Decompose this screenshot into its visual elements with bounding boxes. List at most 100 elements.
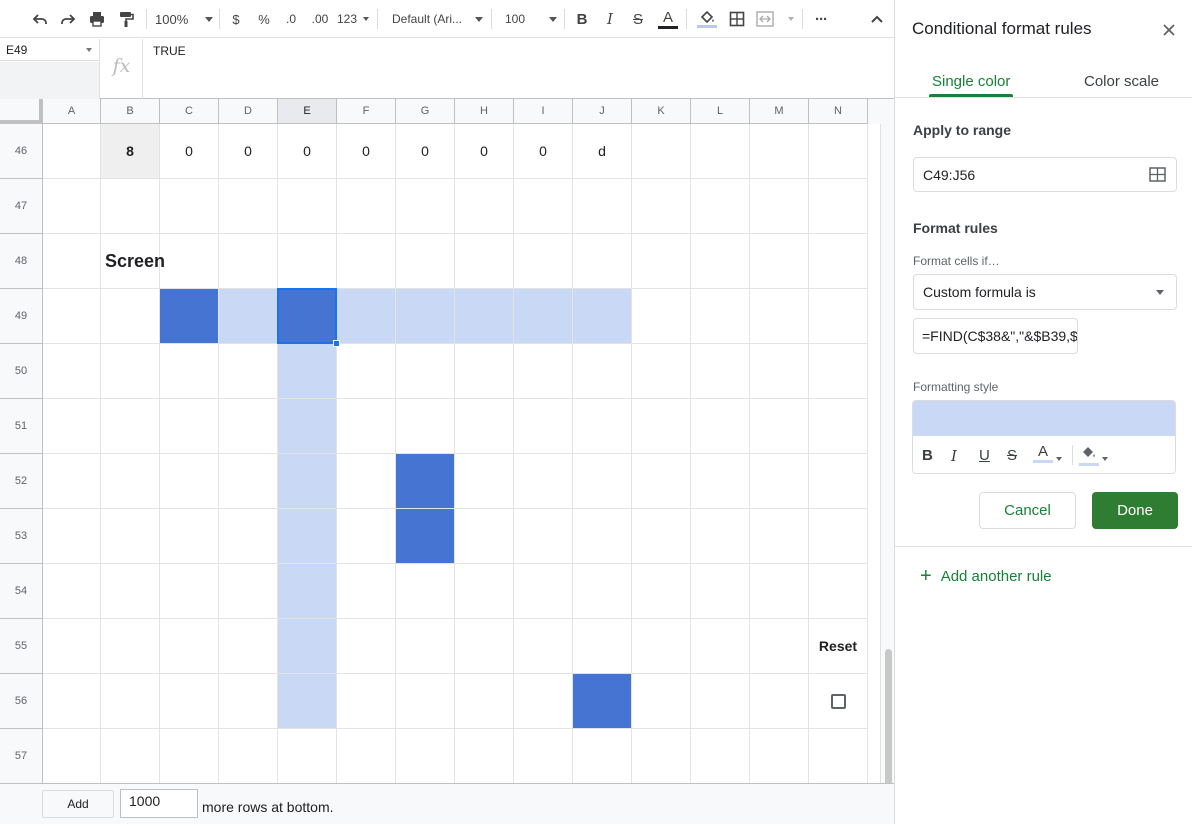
cell-f56[interactable] bbox=[337, 674, 396, 729]
cell-c49[interactable] bbox=[160, 289, 219, 344]
column-header-e[interactable]: E bbox=[278, 99, 337, 124]
row-header-51[interactable]: 51 bbox=[0, 399, 43, 454]
cell-g52[interactable] bbox=[396, 454, 455, 509]
cell-l46[interactable] bbox=[691, 124, 750, 179]
more-options-icon[interactable]: ··· bbox=[808, 5, 834, 33]
cell-c55[interactable] bbox=[160, 619, 219, 674]
cell-g53[interactable] bbox=[396, 509, 455, 564]
cell-k47[interactable] bbox=[632, 179, 691, 234]
cell-j47[interactable] bbox=[573, 179, 632, 234]
cell-m47[interactable] bbox=[750, 179, 809, 234]
row-header-57[interactable]: 57 bbox=[0, 729, 43, 783]
undo-icon[interactable] bbox=[28, 5, 52, 33]
cell-k54[interactable] bbox=[632, 564, 691, 619]
cell-l47[interactable] bbox=[691, 179, 750, 234]
cell-g57[interactable] bbox=[396, 729, 455, 783]
zoom-select[interactable]: 100% bbox=[155, 5, 213, 33]
cell-e47[interactable] bbox=[278, 179, 337, 234]
cell-n55[interactable]: Reset bbox=[809, 619, 868, 674]
cell-n46[interactable] bbox=[809, 124, 868, 179]
cell-d48[interactable] bbox=[219, 234, 278, 289]
cell-j49[interactable] bbox=[573, 289, 632, 344]
row-header-52[interactable]: 52 bbox=[0, 454, 43, 509]
cell-j50[interactable] bbox=[573, 344, 632, 399]
cell-l55[interactable] bbox=[691, 619, 750, 674]
cell-l49[interactable] bbox=[691, 289, 750, 344]
cell-e46[interactable]: 0 bbox=[278, 124, 337, 179]
cell-a54[interactable] bbox=[43, 564, 101, 619]
cell-e52[interactable] bbox=[278, 454, 337, 509]
cell-g50[interactable] bbox=[396, 344, 455, 399]
cell-i50[interactable] bbox=[514, 344, 573, 399]
row-header-53[interactable]: 53 bbox=[0, 509, 43, 564]
collapse-toolbar-icon[interactable] bbox=[866, 5, 888, 33]
cell-d54[interactable] bbox=[219, 564, 278, 619]
column-header-k[interactable]: K bbox=[632, 99, 691, 124]
cell-j48[interactable] bbox=[573, 234, 632, 289]
style-italic-button[interactable]: I bbox=[951, 447, 957, 465]
cell-m49[interactable] bbox=[750, 289, 809, 344]
cell-b57[interactable] bbox=[101, 729, 160, 783]
cell-d52[interactable] bbox=[219, 454, 278, 509]
cell-h54[interactable] bbox=[455, 564, 514, 619]
cell-k52[interactable] bbox=[632, 454, 691, 509]
custom-formula-input[interactable]: =FIND(C$38&","&$B39,$ bbox=[913, 318, 1078, 354]
cell-e49[interactable] bbox=[278, 289, 337, 344]
cell-n53[interactable] bbox=[809, 509, 868, 564]
cell-k48[interactable] bbox=[632, 234, 691, 289]
cell-d50[interactable] bbox=[219, 344, 278, 399]
column-header-n[interactable]: N bbox=[809, 99, 868, 124]
style-text-color-button[interactable]: A bbox=[1033, 444, 1053, 463]
add-another-rule-button[interactable]: + Add another rule bbox=[920, 566, 1052, 586]
cell-i56[interactable] bbox=[514, 674, 573, 729]
cell-a47[interactable] bbox=[43, 179, 101, 234]
column-header-h[interactable]: H bbox=[455, 99, 514, 124]
strikethrough-button[interactable]: S bbox=[629, 5, 647, 33]
cell-h57[interactable] bbox=[455, 729, 514, 783]
cell-f47[interactable] bbox=[337, 179, 396, 234]
fill-color-icon[interactable] bbox=[695, 5, 719, 33]
currency-button[interactable]: $ bbox=[228, 5, 244, 33]
cell-f54[interactable] bbox=[337, 564, 396, 619]
cancel-button[interactable]: Cancel bbox=[979, 492, 1076, 529]
cell-e53[interactable] bbox=[278, 509, 337, 564]
cell-a53[interactable] bbox=[43, 509, 101, 564]
add-rows-button[interactable]: Add bbox=[42, 790, 114, 818]
column-header-g[interactable]: G bbox=[396, 99, 455, 124]
cell-m57[interactable] bbox=[750, 729, 809, 783]
cell-g48[interactable] bbox=[396, 234, 455, 289]
cell-j57[interactable] bbox=[573, 729, 632, 783]
cell-h55[interactable] bbox=[455, 619, 514, 674]
cell-j55[interactable] bbox=[573, 619, 632, 674]
column-header-b[interactable]: B bbox=[101, 99, 160, 124]
cell-l57[interactable] bbox=[691, 729, 750, 783]
cell-n50[interactable] bbox=[809, 344, 868, 399]
cell-h50[interactable] bbox=[455, 344, 514, 399]
cell-c47[interactable] bbox=[160, 179, 219, 234]
style-strikethrough-button[interactable]: S bbox=[1007, 447, 1017, 464]
cell-n56[interactable] bbox=[809, 674, 868, 729]
cell-i48[interactable] bbox=[514, 234, 573, 289]
cell-f49[interactable] bbox=[337, 289, 396, 344]
cell-l51[interactable] bbox=[691, 399, 750, 454]
print-icon[interactable] bbox=[85, 5, 109, 33]
cell-j53[interactable] bbox=[573, 509, 632, 564]
style-preview[interactable] bbox=[913, 401, 1175, 436]
cell-g56[interactable] bbox=[396, 674, 455, 729]
cell-b56[interactable] bbox=[101, 674, 160, 729]
column-header-f[interactable]: F bbox=[337, 99, 396, 124]
style-bold-button[interactable]: B bbox=[922, 447, 933, 464]
cell-g47[interactable] bbox=[396, 179, 455, 234]
cell-i46[interactable]: 0 bbox=[514, 124, 573, 179]
cell-d49[interactable] bbox=[219, 289, 278, 344]
column-header-a[interactable]: A bbox=[43, 99, 101, 124]
cell-f55[interactable] bbox=[337, 619, 396, 674]
cell-k53[interactable] bbox=[632, 509, 691, 564]
cell-j46[interactable]: d bbox=[573, 124, 632, 179]
cell-e56[interactable] bbox=[278, 674, 337, 729]
borders-icon[interactable] bbox=[726, 5, 748, 33]
done-button[interactable]: Done bbox=[1092, 492, 1178, 529]
cell-m51[interactable] bbox=[750, 399, 809, 454]
cell-n52[interactable] bbox=[809, 454, 868, 509]
cell-i53[interactable] bbox=[514, 509, 573, 564]
